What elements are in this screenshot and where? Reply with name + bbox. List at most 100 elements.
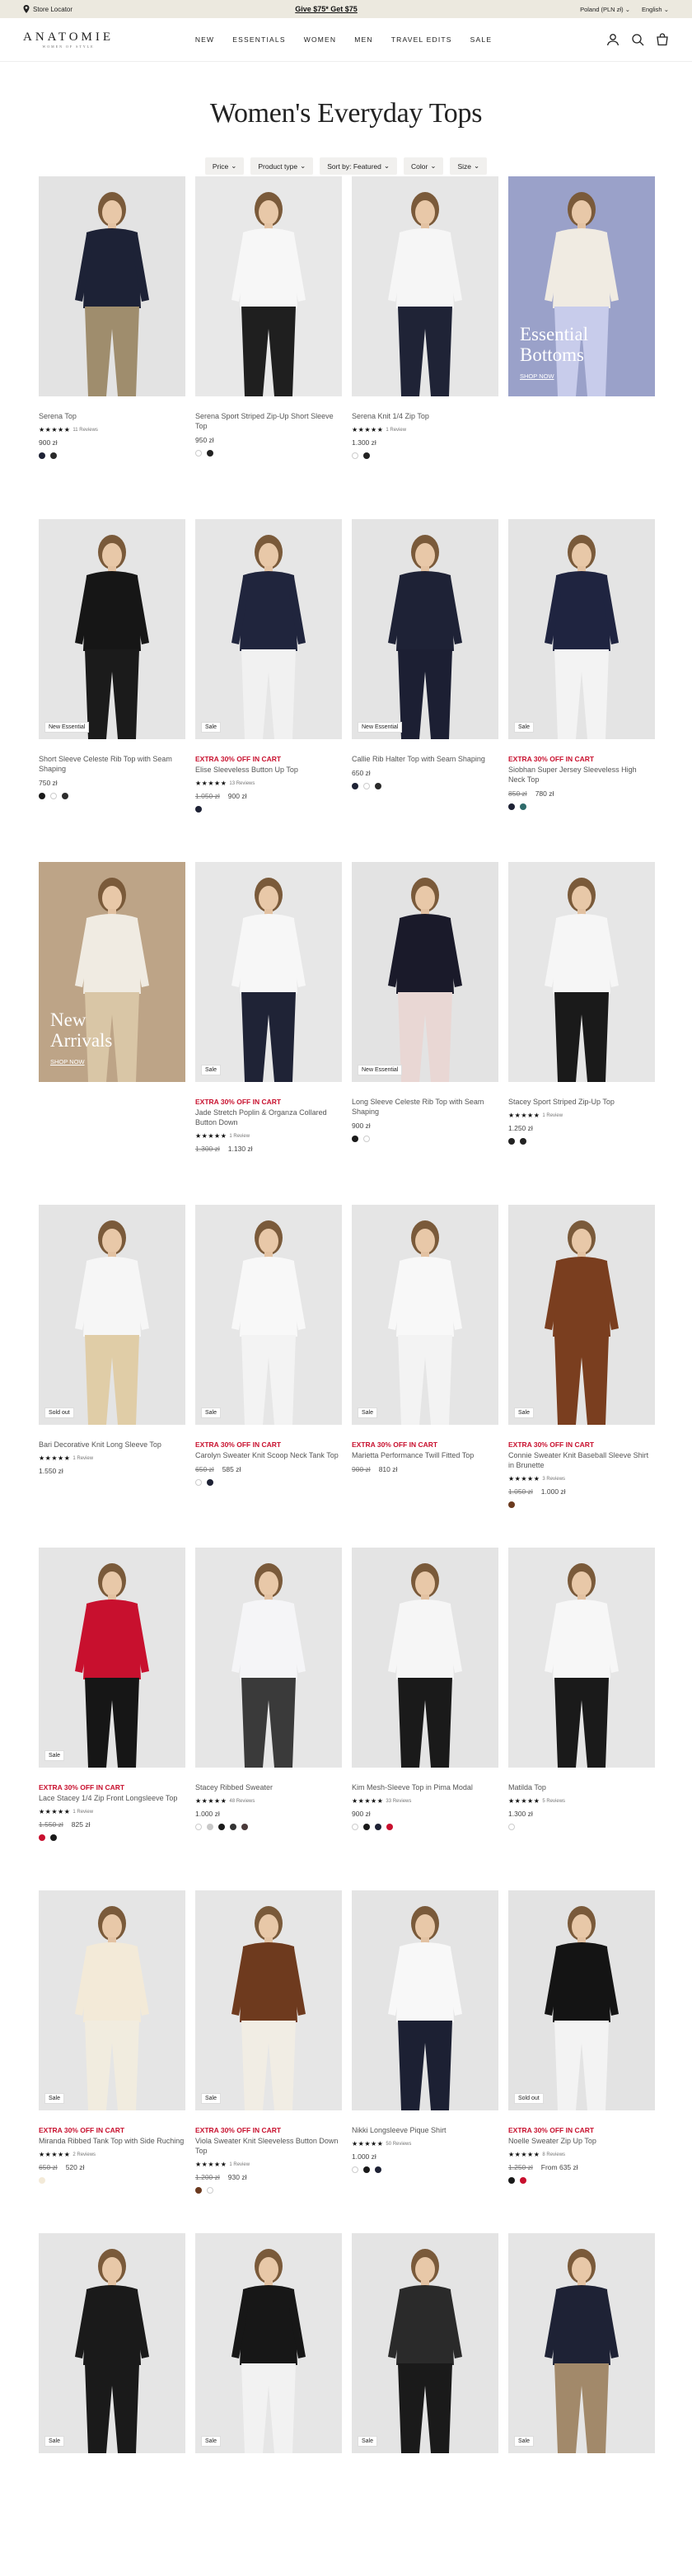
referral-offer-link[interactable]: Give $75* Get $75 bbox=[295, 5, 358, 13]
product-card[interactable]: Sale bbox=[508, 2233, 655, 2576]
product-card[interactable]: Serena Sport Striped Zip-Up Short Sleeve… bbox=[195, 176, 342, 519]
color-swatch[interactable] bbox=[62, 793, 68, 799]
product-name[interactable]: Short Sleeve Celeste Rib Top with Seam S… bbox=[39, 754, 185, 774]
product-card[interactable]: New Essential Short Sleeve Celeste Rib To… bbox=[39, 519, 185, 862]
language-selector[interactable]: English ⌄ bbox=[642, 6, 669, 13]
review-count[interactable]: 33 Reviews bbox=[386, 1799, 411, 1804]
product-image[interactable] bbox=[195, 176, 342, 396]
product-card[interactable]: New Essential Callie Rib Halter Top with … bbox=[352, 519, 498, 862]
review-count[interactable]: 48 Reviews bbox=[229, 1799, 255, 1804]
product-image[interactable] bbox=[352, 1548, 498, 1768]
product-image[interactable]: Sold out bbox=[508, 1890, 655, 2110]
product-image[interactable]: New Essential bbox=[352, 862, 498, 1082]
product-name[interactable]: Nikki Longsleeve Pique Shirt bbox=[352, 2125, 498, 2135]
color-swatch[interactable] bbox=[195, 2187, 202, 2194]
product-image[interactable]: Sold out bbox=[39, 1205, 185, 1425]
product-image[interactable]: Sale bbox=[195, 519, 342, 739]
review-count[interactable]: 1 Review bbox=[229, 2162, 250, 2167]
product-image[interactable]: Sale bbox=[39, 2233, 185, 2453]
color-swatch[interactable] bbox=[241, 1824, 248, 1830]
filter-color[interactable]: Color ⌄ bbox=[404, 157, 444, 175]
region-selector[interactable]: Poland (PLN zł) ⌄ bbox=[580, 6, 630, 13]
color-swatch[interactable] bbox=[363, 1824, 370, 1830]
color-swatch[interactable] bbox=[375, 2166, 381, 2173]
color-swatch[interactable] bbox=[508, 803, 515, 810]
color-swatch[interactable] bbox=[386, 1824, 393, 1830]
color-swatch[interactable] bbox=[363, 783, 370, 789]
product-card[interactable]: Sale EXTRA 30% OFF IN CART Elise Sleeveles… bbox=[195, 519, 342, 862]
color-swatch[interactable] bbox=[375, 783, 381, 789]
promo-card[interactable]: New Arrivals SHOP NOW bbox=[39, 862, 185, 1205]
color-swatch[interactable] bbox=[207, 2187, 213, 2194]
product-card[interactable]: Sale EXTRA 30% OFF IN CART Lace Stacey 1/4… bbox=[39, 1548, 185, 1890]
cart-icon[interactable] bbox=[656, 33, 669, 46]
product-name[interactable]: Serena Sport Striped Zip-Up Short Sleeve… bbox=[195, 411, 342, 431]
account-icon[interactable] bbox=[606, 33, 620, 46]
product-card[interactable]: Sale bbox=[39, 2233, 185, 2576]
nav-item-essentials[interactable]: ESSENTIALS bbox=[232, 35, 285, 44]
product-image[interactable]: Sale bbox=[195, 2233, 342, 2453]
review-count[interactable]: 50 Reviews bbox=[386, 2142, 411, 2147]
color-swatch[interactable] bbox=[50, 1834, 57, 1841]
color-swatch[interactable] bbox=[508, 1501, 515, 1508]
product-card[interactable]: Stacey Ribbed Sweater ★★★★★ 48 Reviews 1.00… bbox=[195, 1548, 342, 1890]
review-count[interactable]: 1 Review bbox=[72, 1810, 93, 1815]
product-image[interactable]: Sale bbox=[508, 1205, 655, 1425]
color-swatch[interactable] bbox=[363, 452, 370, 459]
product-card[interactable]: Sale bbox=[195, 2233, 342, 2576]
color-swatch[interactable] bbox=[195, 450, 202, 457]
color-swatch[interactable] bbox=[520, 1138, 526, 1145]
product-card[interactable]: Stacey Sport Striped Zip-Up Top ★★★★★ 1 Re… bbox=[508, 862, 655, 1205]
product-image[interactable] bbox=[39, 176, 185, 396]
color-swatch[interactable] bbox=[375, 1824, 381, 1830]
product-name[interactable]: Noelle Sweater Zip Up Top bbox=[508, 2136, 655, 2146]
nav-item-sale[interactable]: SALE bbox=[470, 35, 493, 44]
color-swatch[interactable] bbox=[50, 452, 57, 459]
product-image[interactable]: Sale bbox=[39, 1548, 185, 1768]
product-name[interactable]: Carolyn Sweater Knit Scoop Neck Tank Top bbox=[195, 1450, 342, 1460]
product-name[interactable]: Miranda Ribbed Tank Top with Side Ruchin… bbox=[39, 2136, 185, 2146]
product-name[interactable]: Lace Stacey 1/4 Zip Front Longsleeve Top bbox=[39, 1793, 185, 1803]
product-card[interactable]: Sale EXTRA 30% OFF IN CART Carolyn Sweater… bbox=[195, 1205, 342, 1548]
color-swatch[interactable] bbox=[207, 450, 213, 457]
product-image[interactable]: Sale bbox=[508, 2233, 655, 2453]
search-icon[interactable] bbox=[631, 33, 644, 46]
review-count[interactable]: 1 Review bbox=[542, 1113, 563, 1118]
product-card[interactable]: Serena Knit 1/4 Zip Top ★★★★★ 1 Review 1.30… bbox=[352, 176, 498, 519]
color-swatch[interactable] bbox=[508, 2177, 515, 2184]
color-swatch[interactable] bbox=[207, 1479, 213, 1486]
product-name[interactable]: Serena Knit 1/4 Zip Top bbox=[352, 411, 498, 421]
color-swatch[interactable] bbox=[363, 2166, 370, 2173]
review-count[interactable]: 1 Review bbox=[386, 428, 406, 433]
product-name[interactable]: Serena Top bbox=[39, 411, 185, 421]
product-card[interactable]: Sale EXTRA 30% OFF IN CART Jade Stretch Po… bbox=[195, 862, 342, 1205]
filter-price[interactable]: Price ⌄ bbox=[204, 157, 245, 175]
product-image[interactable]: Sale bbox=[39, 1890, 185, 2110]
color-swatch[interactable] bbox=[218, 1824, 225, 1830]
color-swatch[interactable] bbox=[363, 1136, 370, 1142]
product-name[interactable]: Stacey Ribbed Sweater bbox=[195, 1782, 342, 1792]
review-count[interactable]: 1 Review bbox=[229, 1134, 250, 1139]
product-card[interactable]: Sold out EXTRA 30% OFF IN CART Noelle Swea… bbox=[508, 1890, 655, 2233]
product-card[interactable]: Sale EXTRA 30% OFF IN CART Connie Sweater … bbox=[508, 1205, 655, 1548]
promo-banner[interactable]: New Arrivals SHOP NOW bbox=[39, 862, 185, 1082]
color-swatch[interactable] bbox=[195, 1824, 202, 1830]
product-name[interactable]: Kim Mesh-Sleeve Top in Pima Modal bbox=[352, 1782, 498, 1792]
filter-product-type[interactable]: Product type ⌄ bbox=[250, 157, 314, 175]
color-swatch[interactable] bbox=[230, 1824, 236, 1830]
product-image[interactable] bbox=[508, 862, 655, 1082]
color-swatch[interactable] bbox=[508, 1824, 515, 1830]
product-card[interactable]: Sale EXTRA 30% OFF IN CART Miranda Ribbed … bbox=[39, 1890, 185, 2233]
product-card[interactable]: Sale EXTRA 30% OFF IN CART Siobhan Super J… bbox=[508, 519, 655, 862]
nav-item-women[interactable]: WOMEN bbox=[304, 35, 337, 44]
color-swatch[interactable] bbox=[520, 803, 526, 810]
nav-item-travel-edits[interactable]: TRAVEL EDITS bbox=[391, 35, 452, 44]
promo-banner[interactable]: Essential Bottoms SHOP NOW bbox=[508, 176, 655, 396]
product-name[interactable]: Jade Stretch Poplin & Organza Collared B… bbox=[195, 1108, 342, 1127]
nav-item-men[interactable]: MEN bbox=[354, 35, 373, 44]
color-swatch[interactable] bbox=[39, 1834, 45, 1841]
product-image[interactable]: Sale bbox=[195, 862, 342, 1082]
product-card[interactable]: Sold out Bari Decorative Knit Long Sleeve… bbox=[39, 1205, 185, 1548]
review-count[interactable]: 13 Reviews bbox=[229, 781, 255, 786]
review-count[interactable]: 3 Reviews bbox=[542, 1477, 565, 1482]
